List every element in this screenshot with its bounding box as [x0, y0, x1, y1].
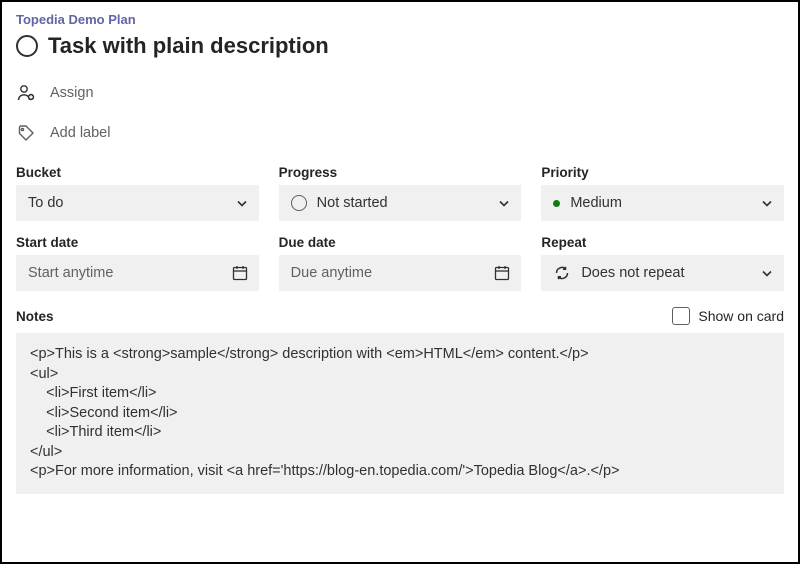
- priority-select[interactable]: Medium: [541, 185, 784, 221]
- priority-dot-icon: [553, 200, 560, 207]
- start-date-label: Start date: [16, 235, 259, 250]
- progress-select[interactable]: Not started: [279, 185, 522, 221]
- progress-value: Not started: [317, 195, 388, 211]
- bucket-select[interactable]: To do: [16, 185, 259, 221]
- plan-link[interactable]: Topedia Demo Plan: [16, 12, 784, 27]
- repeat-icon: [553, 264, 571, 282]
- priority-field: Priority Medium: [541, 165, 784, 221]
- checkbox-icon: [672, 307, 690, 325]
- label-row[interactable]: Add label: [16, 123, 784, 143]
- due-date-label: Due date: [279, 235, 522, 250]
- start-date-field: Start date Start anytime: [16, 235, 259, 291]
- notes-label: Notes: [16, 309, 54, 324]
- status-circle-icon: [291, 195, 307, 211]
- repeat-label: Repeat: [541, 235, 784, 250]
- notes-textarea[interactable]: <p>This is a <strong>sample</strong> des…: [16, 333, 784, 494]
- calendar-icon: [231, 264, 249, 282]
- task-title[interactable]: Task with plain description: [48, 33, 329, 59]
- repeat-select[interactable]: Does not repeat: [541, 255, 784, 291]
- tag-icon: [16, 123, 36, 143]
- show-on-card-toggle[interactable]: Show on card: [672, 307, 784, 325]
- calendar-icon: [493, 264, 511, 282]
- repeat-field: Repeat Does not repeat: [541, 235, 784, 291]
- fields-grid: Bucket To do Progress Not started: [16, 165, 784, 291]
- due-date-placeholder: Due anytime: [291, 265, 372, 281]
- repeat-value: Does not repeat: [581, 265, 684, 281]
- progress-label: Progress: [279, 165, 522, 180]
- progress-field: Progress Not started: [279, 165, 522, 221]
- due-date-field: Due date Due anytime: [279, 235, 522, 291]
- assign-label: Assign: [50, 85, 94, 101]
- bucket-label: Bucket: [16, 165, 259, 180]
- add-label-label: Add label: [50, 125, 110, 141]
- show-on-card-label: Show on card: [698, 308, 784, 324]
- bucket-field: Bucket To do: [16, 165, 259, 221]
- task-detail-panel: Topedia Demo Plan Task with plain descri…: [0, 0, 800, 564]
- start-date-input[interactable]: Start anytime: [16, 255, 259, 291]
- chevron-down-icon: [760, 266, 774, 280]
- start-date-placeholder: Start anytime: [28, 265, 113, 281]
- notes-header: Notes Show on card: [16, 307, 784, 325]
- complete-toggle-icon[interactable]: [16, 35, 38, 57]
- bucket-value: To do: [28, 195, 63, 211]
- priority-value: Medium: [570, 195, 622, 211]
- title-row: Task with plain description: [16, 33, 784, 59]
- assign-row[interactable]: Assign: [16, 83, 784, 103]
- chevron-down-icon: [760, 196, 774, 210]
- assign-icon: [16, 83, 36, 103]
- priority-label: Priority: [541, 165, 784, 180]
- due-date-input[interactable]: Due anytime: [279, 255, 522, 291]
- chevron-down-icon: [235, 196, 249, 210]
- chevron-down-icon: [497, 196, 511, 210]
